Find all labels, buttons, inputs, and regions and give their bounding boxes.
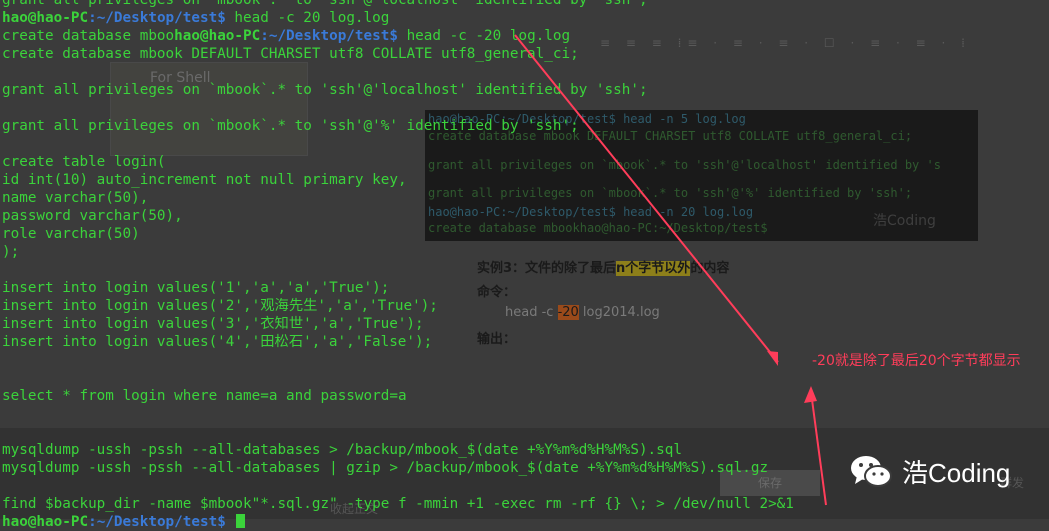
arrowhead-2	[804, 386, 817, 403]
arrowhead-1	[767, 351, 778, 366]
annotation-note: -20就是除了最后20个字节都显示	[812, 353, 1021, 369]
wechat-icon	[851, 455, 892, 487]
arrow-line-2	[810, 391, 827, 506]
annotation-arrows	[514, 34, 827, 506]
arrow-line-1	[514, 34, 779, 363]
brand-name: 浩Coding	[902, 458, 1011, 488]
brand-watermark: 浩Coding	[850, 453, 1010, 490]
